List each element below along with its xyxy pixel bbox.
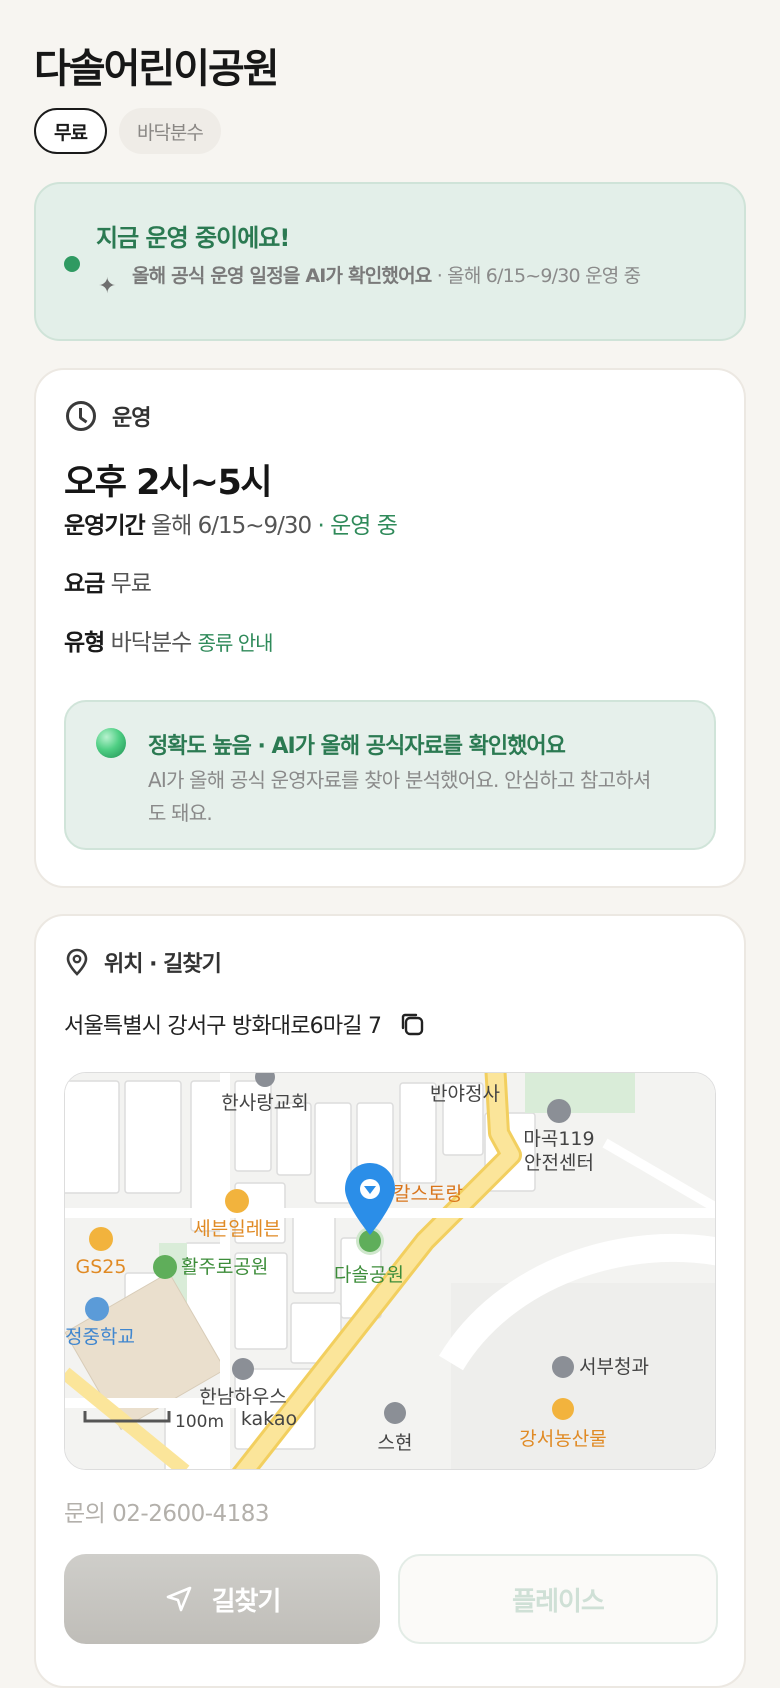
map-label-temple: 반야정사 xyxy=(430,1083,500,1105)
fee-row: 요금 무료 xyxy=(64,564,152,598)
status-banner: 지금 운영 중이에요! ✦ 올해 공식 운영 일정을 AI가 확인했어요 · 올… xyxy=(34,182,746,341)
accuracy-box: 정확도 높음 · AI가 올해 공식자료를 확인했어요 AI가 올해 공식 운영… xyxy=(64,700,716,850)
status-title: 지금 운영 중이에요! xyxy=(96,224,290,252)
operating-hours: 오후 2시~5시 xyxy=(64,463,273,503)
map-label-school: 정중학교 xyxy=(65,1326,135,1348)
location-pin-icon xyxy=(66,948,88,976)
map-label-hannam: 한남하우스 xyxy=(199,1386,286,1408)
page-title: 다솔어린이공원 xyxy=(34,46,280,92)
accuracy-orb-icon xyxy=(96,728,126,758)
accuracy-body: AI가 올해 공식 운영자료를 찾아 분석했어요. 안심하고 참고하셔도 돼요. xyxy=(148,768,651,825)
map-label-restaurant: 칼스토랑 xyxy=(393,1183,463,1205)
contact-phone[interactable]: 문의 02-2600-4183 xyxy=(64,1494,270,1528)
type-guide-link[interactable]: 종류 안내 xyxy=(198,631,274,655)
operation-header-label: 운영 xyxy=(112,406,151,431)
directions-button[interactable]: 길찾기 xyxy=(64,1554,380,1644)
map-scale: 100m xyxy=(175,1412,224,1432)
status-subtitle: 올해 공식 운영 일정을 AI가 확인했어요 · 올해 6/15~9/30 운영… xyxy=(132,262,722,290)
status-sub-strong: 올해 공식 운영 일정을 AI가 확인했어요 xyxy=(132,265,432,287)
status-dot-icon xyxy=(64,256,80,272)
map-label-park: 활주로공원 xyxy=(181,1256,268,1278)
location-header: 위치 · 길찾기 xyxy=(66,946,222,978)
location-header-label: 위치 · 길찾기 xyxy=(104,952,222,977)
period-value: 올해 6/15~9/30 xyxy=(150,513,312,539)
map-label-fruit: 서부청과 xyxy=(579,1356,649,1378)
operation-card: 운영 오후 2시~5시 운영기간 올해 6/15~9/30 · 운영 중 요금 … xyxy=(34,368,746,888)
map-label-church: 한사랑교회 xyxy=(221,1092,308,1114)
map-label-fire2: 안전센터 xyxy=(524,1152,594,1174)
period-status: · 운영 중 xyxy=(311,513,397,539)
copy-icon[interactable] xyxy=(399,1011,425,1037)
location-card: 위치 · 길찾기 서울특별시 강서구 방화대로6마길 7 한사랑교회 반야정사 … xyxy=(34,914,746,1688)
map-label-seven: 세븐일레븐 xyxy=(193,1218,280,1240)
clock-icon xyxy=(66,401,96,431)
type-label: 유형 xyxy=(64,630,105,656)
address-row: 서울특별시 강서구 방화대로6마길 7 xyxy=(64,1008,425,1040)
place-button[interactable]: 플레이스 xyxy=(398,1554,718,1644)
place-label: 플레이스 xyxy=(512,1586,605,1617)
address-text: 서울특별시 강서구 방화대로6마길 7 xyxy=(64,1014,382,1039)
map-label-fire: 마곡119 xyxy=(523,1128,594,1150)
status-sub-rest: · 올해 6/15~9/30 운영 중 xyxy=(431,265,641,287)
chip-free[interactable]: 무료 xyxy=(34,108,107,154)
map-label-dasol: 다솔공원 xyxy=(334,1264,404,1286)
period-row: 운영기간 올해 6/15~9/30 · 운영 중 xyxy=(64,506,398,540)
fee-label: 요금 xyxy=(64,571,105,597)
operation-header: 운영 xyxy=(66,400,151,432)
map-label-bottom: 스현 xyxy=(378,1432,413,1454)
accuracy-title: 정확도 높음 · AI가 올해 공식자료를 확인했어요 xyxy=(148,734,566,759)
fee-value: 무료 xyxy=(110,571,152,597)
sparkle-icon: ✦ xyxy=(98,274,117,299)
map-view[interactable]: 한사랑교회 반야정사 마곡119 안전센터 칼스토랑 세븐일레븐 GS25 활주… xyxy=(64,1072,716,1470)
type-row: 유형 바닥분수 종류 안내 xyxy=(64,623,274,657)
type-value: 바닥분수 xyxy=(110,630,193,656)
tag-chips: 무료 바닥분수 xyxy=(34,108,221,154)
map-brand: kakao xyxy=(241,1408,297,1430)
chip-floor-fountain[interactable]: 바닥분수 xyxy=(118,108,221,154)
map-label-gs25: GS25 xyxy=(76,1256,127,1278)
navigation-arrow-icon xyxy=(166,1586,191,1612)
map-label-market: 강서농산물 xyxy=(519,1428,606,1450)
directions-label: 길찾기 xyxy=(211,1586,282,1617)
period-label: 운영기간 xyxy=(64,513,146,539)
